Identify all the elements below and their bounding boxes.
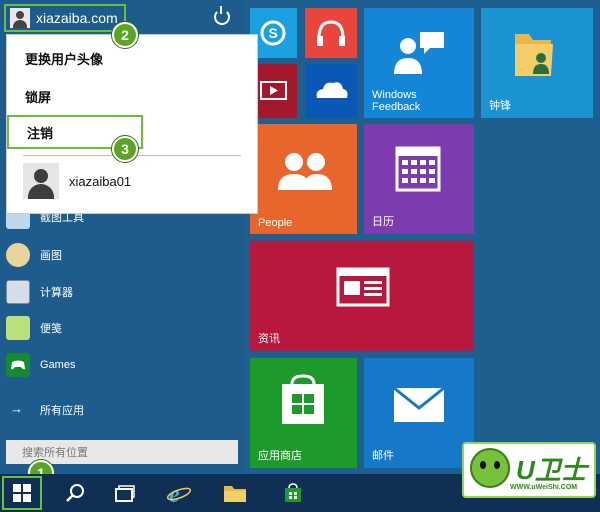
arrow-right-icon bbox=[10, 401, 24, 416]
user-avatar-icon bbox=[10, 8, 30, 28]
tile-label: 资讯 bbox=[258, 333, 280, 345]
start-button[interactable] bbox=[2, 476, 42, 510]
onedrive-tile[interactable] bbox=[305, 64, 357, 118]
feedback-person-icon bbox=[394, 32, 444, 74]
tile-label: People bbox=[258, 217, 293, 229]
menu-item-label: 更换用户头像 bbox=[25, 51, 104, 67]
logo-text: U卫士 bbox=[516, 455, 587, 485]
tile-label: Windows Feedback bbox=[372, 89, 421, 113]
menu-item-label: 锁屏 bbox=[25, 89, 52, 105]
people-tile[interactable]: People bbox=[250, 124, 357, 234]
all-apps-label: 所有应用 bbox=[40, 405, 84, 417]
news-icon bbox=[336, 267, 390, 307]
list-item-label: 画图 bbox=[40, 250, 62, 262]
menu-item-label: 注销 bbox=[27, 125, 54, 141]
list-item-games[interactable]: Games bbox=[6, 350, 75, 380]
folder-tile[interactable]: 钟锋 bbox=[481, 8, 593, 118]
menu-item-switch-user[interactable]: xiazaiba01 bbox=[23, 163, 131, 199]
windows-logo-icon bbox=[13, 484, 31, 502]
list-item-label: 便笺 bbox=[40, 323, 62, 335]
user-account-button[interactable]: xiazaiba.com bbox=[4, 4, 126, 32]
task-view-icon[interactable] bbox=[112, 480, 138, 506]
internet-explorer-icon[interactable]: e bbox=[166, 480, 192, 506]
news-tile[interactable]: 资讯 bbox=[250, 241, 474, 351]
menu-item-change-avatar[interactable]: 更换用户头像 bbox=[7, 43, 257, 73]
tile-label: 邮件 bbox=[372, 450, 394, 462]
list-item-paint[interactable]: 画图 bbox=[6, 240, 62, 270]
list-item-sticky-notes[interactable]: 便笺 bbox=[6, 313, 62, 343]
envelope-icon bbox=[393, 386, 445, 422]
games-icon bbox=[6, 353, 30, 377]
all-apps-button[interactable]: 所有应用 bbox=[10, 401, 84, 418]
power-icon[interactable] bbox=[214, 6, 230, 25]
sticky-notes-icon bbox=[6, 316, 30, 340]
logo-url: WWW.uWeiShi.COM bbox=[510, 484, 578, 491]
store-icon[interactable] bbox=[280, 480, 306, 506]
step-badge-3: 3 bbox=[112, 136, 138, 162]
tile-label: 日历 bbox=[372, 216, 394, 228]
people-icon bbox=[278, 153, 332, 190]
music-tile[interactable] bbox=[305, 8, 357, 58]
search-icon[interactable] bbox=[62, 480, 88, 506]
user-account-dropdown: 更换用户头像 锁屏 注销 xiazaiba01 bbox=[6, 34, 258, 214]
search-placeholder: 搜索所有位置 bbox=[22, 447, 88, 459]
list-item-label: 计算器 bbox=[40, 287, 73, 299]
store-bag-icon bbox=[282, 374, 324, 424]
logo-mascot-icon bbox=[470, 448, 510, 488]
mail-tile[interactable]: 邮件 bbox=[364, 358, 474, 468]
calculator-icon bbox=[6, 280, 30, 304]
user-avatar-icon bbox=[23, 163, 59, 199]
list-item-label: Games bbox=[40, 359, 76, 371]
calendar-icon bbox=[395, 146, 441, 192]
cloud-icon bbox=[316, 82, 348, 98]
user-name: xiazaiba.com bbox=[36, 10, 118, 26]
store-tile[interactable]: 应用商店 bbox=[250, 358, 357, 468]
calendar-tile[interactable]: 日历 bbox=[364, 124, 474, 234]
tile-label: 应用商店 bbox=[258, 450, 302, 462]
folder-icon bbox=[515, 34, 553, 76]
uweishi-logo: U卫士 WWW.uWeiShi.COM bbox=[462, 442, 596, 498]
list-item-calculator[interactable]: 计算器 bbox=[6, 277, 73, 307]
svg-text:S: S bbox=[269, 25, 278, 41]
other-user-name: xiazaiba01 bbox=[69, 173, 132, 189]
menu-item-lock[interactable]: 锁屏 bbox=[7, 81, 257, 111]
step-badge-2: 2 bbox=[112, 22, 138, 48]
file-explorer-icon[interactable] bbox=[222, 480, 248, 506]
paint-icon bbox=[6, 243, 30, 267]
windows-feedback-tile[interactable]: Windows Feedback bbox=[364, 8, 474, 118]
tile-label: 钟锋 bbox=[489, 100, 511, 112]
headphones-icon bbox=[317, 20, 345, 46]
